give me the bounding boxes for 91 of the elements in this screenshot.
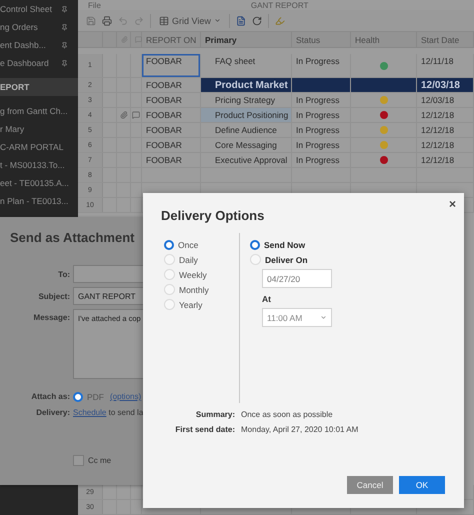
- time-select[interactable]: 11:00 AM: [262, 308, 332, 327]
- sidebar-item[interactable]: eet - TE00135.A...: [0, 174, 78, 192]
- field-label: Delivery:: [35, 408, 70, 417]
- sidebar-item[interactable]: n Plan - TE0013...: [0, 192, 78, 210]
- comment-icon: [135, 36, 142, 43]
- table-cell: Executive Approval: [201, 153, 292, 167]
- sidebar-item[interactable]: Control Sheet: [0, 0, 78, 18]
- frequency-radio[interactable]: Monthly: [164, 284, 239, 295]
- pin-icon: [61, 24, 68, 30]
- table-cell: Define Audience: [201, 123, 292, 137]
- sidebar-item[interactable]: EPORT: [0, 78, 78, 96]
- table-cell: Product Market: [201, 78, 292, 92]
- table-cell[interactable]: FOOBAR: [142, 123, 201, 137]
- pin-icon: [61, 6, 68, 12]
- sidebar-item[interactable]: ng Orders: [0, 18, 78, 36]
- frequency-radio[interactable]: Yearly: [164, 299, 239, 310]
- frequency-radio[interactable]: Once: [164, 239, 239, 250]
- comment-icon: [132, 111, 140, 119]
- date-field[interactable]: 04/27/20: [262, 269, 332, 288]
- timing-radio[interactable]: Deliver On: [250, 254, 332, 265]
- file-menu[interactable]: File: [88, 0, 101, 10]
- summary-text: Once as soon as possible: [241, 410, 334, 419]
- caret-icon: [214, 17, 221, 24]
- frequency-radio[interactable]: Weekly: [164, 269, 239, 280]
- table-cell: 12/12/18: [417, 153, 474, 167]
- ok-button[interactable]: OK: [399, 476, 445, 494]
- table-cell[interactable]: FOOBAR: [142, 93, 201, 107]
- paperclip-icon: [121, 36, 128, 43]
- field-label: Summary:: [194, 410, 235, 419]
- column-header: Status: [292, 32, 351, 47]
- table-cell: 12/12/18: [417, 138, 474, 152]
- cancel-button[interactable]: Cancel: [347, 476, 393, 494]
- table-cell: Pricing Strategy: [201, 93, 292, 107]
- pin-icon: [61, 42, 68, 48]
- field-label: Subject:: [37, 292, 70, 300]
- print-icon[interactable]: [102, 16, 112, 26]
- column-header: Health: [351, 32, 417, 47]
- field-label: Message:: [32, 312, 70, 322]
- paperclip-icon: [120, 111, 128, 119]
- table-cell: Product Positioning: [201, 108, 292, 122]
- sidebar-item[interactable]: g from Gantt Ch...: [0, 102, 78, 120]
- close-button[interactable]: ×: [446, 197, 458, 211]
- table-cell: 12/11/18: [417, 54, 474, 77]
- table-cell: In Progress: [292, 153, 351, 167]
- sidebar-item[interactable]: C-ARM PORTAL: [0, 138, 78, 156]
- sidebar-item[interactable]: t - MS00133.To...: [0, 156, 78, 174]
- redo-icon[interactable]: [134, 16, 144, 26]
- field-label: At: [262, 294, 272, 304]
- schedule-link[interactable]: Schedule: [73, 408, 106, 417]
- delivery-text: Schedule to send la: [73, 408, 144, 417]
- table-cell: In Progress: [292, 108, 351, 122]
- table-cell: FAQ sheet: [201, 54, 292, 77]
- table-cell: Core Messaging: [201, 138, 292, 152]
- column-header: Start Date: [417, 32, 474, 47]
- table-cell: In Progress: [292, 138, 351, 152]
- table-cell: In Progress: [292, 123, 351, 137]
- table-cell: In Progress: [292, 93, 351, 107]
- table-cell: 12/12/18: [417, 123, 474, 137]
- sidebar-item[interactable]: ent Dashb...: [0, 36, 78, 54]
- save-icon[interactable]: [86, 16, 96, 26]
- first-send-date: Monday, April 27, 2020 10:01 AM: [241, 425, 360, 434]
- pin-icon: [61, 60, 68, 66]
- document-icon[interactable]: [236, 16, 246, 26]
- options-link[interactable]: (options): [110, 392, 142, 401]
- checkbox-label: Cc me: [88, 456, 112, 465]
- table-cell: 12/03/18: [417, 93, 474, 107]
- table-cell[interactable]: FOOBAR: [142, 153, 201, 167]
- frequency-radio[interactable]: Daily: [164, 254, 239, 265]
- cc-checkbox[interactable]: [73, 455, 84, 466]
- table-cell: 12/12/18: [417, 108, 474, 122]
- grid-view-button[interactable]: Grid View: [157, 16, 223, 26]
- undo-icon[interactable]: [118, 16, 128, 26]
- sheet-title: GANT REPORT: [250, 0, 308, 10]
- table-cell[interactable]: FOOBAR: [142, 54, 201, 77]
- sidebar-item[interactable]: r Mary: [0, 120, 78, 138]
- sidebar-item[interactable]: e Dashboard: [0, 54, 78, 72]
- caret-icon: [320, 314, 327, 321]
- grid-icon: [159, 16, 169, 26]
- field-label: First send date:: [174, 425, 235, 434]
- table-cell: 12/03/18: [417, 78, 474, 92]
- timing-radio[interactable]: Send Now: [250, 239, 332, 250]
- dialog-title: Delivery Options: [161, 208, 266, 223]
- column-header: REPORT ON: [142, 32, 201, 47]
- table-cell: In Progress: [292, 54, 351, 77]
- highlighter-icon[interactable]: [274, 16, 285, 26]
- column-header: Primary: [201, 32, 292, 47]
- refresh-icon[interactable]: [252, 16, 262, 26]
- field-label: Attach as:: [30, 392, 70, 401]
- dialog-title: Send as Attachment: [10, 230, 134, 245]
- table-cell[interactable]: FOOBAR: [142, 138, 201, 152]
- field-label: To:: [57, 270, 70, 278]
